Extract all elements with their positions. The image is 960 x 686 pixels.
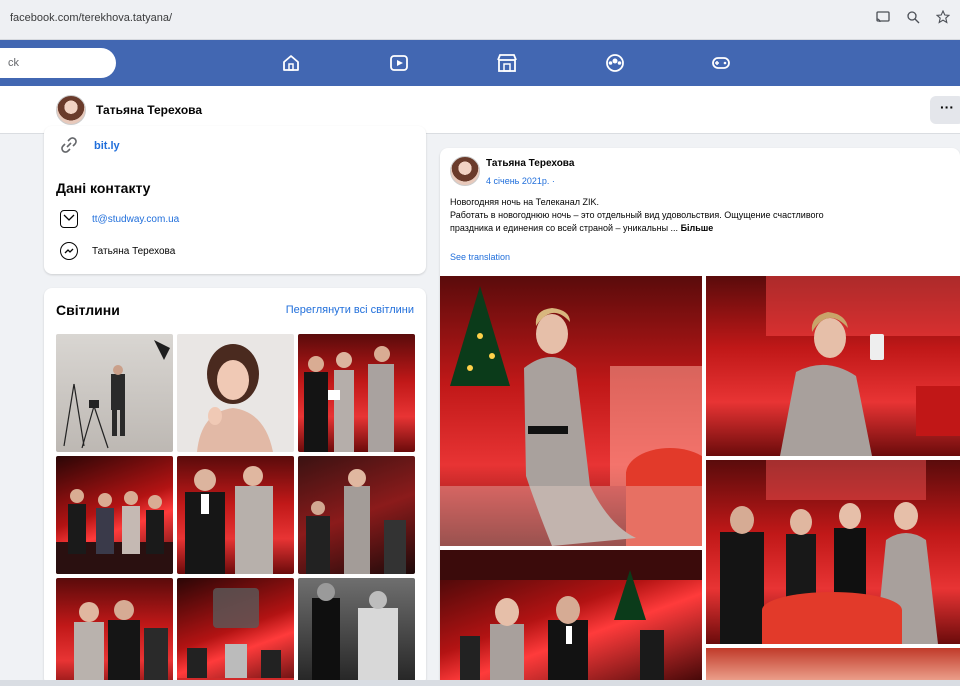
post-author-name[interactable]: Татьяна Терехова <box>486 158 574 169</box>
contacts-heading: Дані контакту <box>56 180 151 196</box>
photo-thumbnail[interactable] <box>177 578 294 686</box>
photos-card: Світлини Переглянути всі світлини <box>44 288 426 686</box>
marketplace-icon[interactable] <box>496 52 518 74</box>
watch-icon[interactable] <box>388 52 410 74</box>
photo-thumbnail[interactable] <box>177 456 294 574</box>
photo-thumbnail[interactable] <box>298 456 415 574</box>
avatar[interactable] <box>56 95 86 125</box>
post-author-avatar[interactable] <box>450 156 480 186</box>
photo-thumbnail[interactable] <box>298 334 415 452</box>
view-all-photos-link[interactable]: Переглянути всі світлини <box>286 304 414 316</box>
email-link[interactable]: tt@studway.com.ua <box>92 214 179 225</box>
bottom-edge <box>0 680 960 686</box>
post-text-fragment: праздника и единения со всей страной – у… <box>450 223 679 233</box>
post-text-line: Новогодняя ночь на Телеканал ZIK. <box>450 197 600 207</box>
cast-icon[interactable] <box>876 10 890 24</box>
email-icon <box>60 210 78 228</box>
post-card: Татьяна Терехова 4 січень 2021р. · Новог… <box>440 148 960 686</box>
profile-name[interactable]: Татьяна Терехова <box>96 103 202 117</box>
address-bar[interactable]: facebook.com/terekhova.tatyana/ <box>10 12 172 24</box>
messenger-row: Татьяна Терехова <box>60 242 175 260</box>
email-row: tt@studway.com.ua <box>60 210 179 228</box>
post-text-line: Работать в новогоднюю ночь – это отдельн… <box>450 210 824 220</box>
post-photo[interactable] <box>440 276 702 546</box>
browser-actions <box>876 9 951 24</box>
zoom-icon[interactable] <box>906 10 920 24</box>
post-photo[interactable] <box>440 550 702 686</box>
post-photo[interactable] <box>706 460 960 644</box>
browser-bar: facebook.com/terekhova.tatyana/ <box>0 0 960 40</box>
bookmark-star-icon[interactable] <box>935 9 951 24</box>
photo-thumbnail[interactable] <box>177 334 294 452</box>
post-text: Новогодняя ночь на Телеканал ZIK. Работа… <box>450 196 950 235</box>
intro-card: bit.ly Дані контакту tt@studway.com.ua Т… <box>44 126 426 274</box>
link-icon <box>60 136 80 156</box>
photo-thumbnail[interactable] <box>56 456 173 574</box>
post-photo[interactable] <box>706 276 960 456</box>
messenger-name[interactable]: Татьяна Терехова <box>92 246 175 257</box>
messenger-icon <box>60 242 78 260</box>
website-row: bit.ly <box>60 136 120 156</box>
facebook-top-nav: ck <box>0 40 960 86</box>
photos-heading[interactable]: Світлини <box>56 302 120 318</box>
post-date[interactable]: 4 січень 2021р. · <box>486 176 555 186</box>
see-translation-link[interactable]: See translation <box>450 252 510 262</box>
photo-thumbnail[interactable] <box>56 334 173 452</box>
website-link[interactable]: bit.ly <box>94 140 120 152</box>
photo-grid <box>56 334 415 686</box>
home-icon[interactable] <box>280 52 302 74</box>
photo-thumbnail[interactable] <box>298 578 415 686</box>
photo-thumbnail[interactable] <box>56 578 173 686</box>
more-options-button[interactable]: ··· <box>930 96 960 124</box>
groups-icon[interactable] <box>604 52 626 74</box>
see-more-link[interactable]: Більше <box>681 223 714 233</box>
post-text-line: праздника и единения со всей страной – у… <box>450 222 950 235</box>
gaming-icon[interactable] <box>710 52 732 74</box>
search-input[interactable]: ck <box>0 48 116 78</box>
